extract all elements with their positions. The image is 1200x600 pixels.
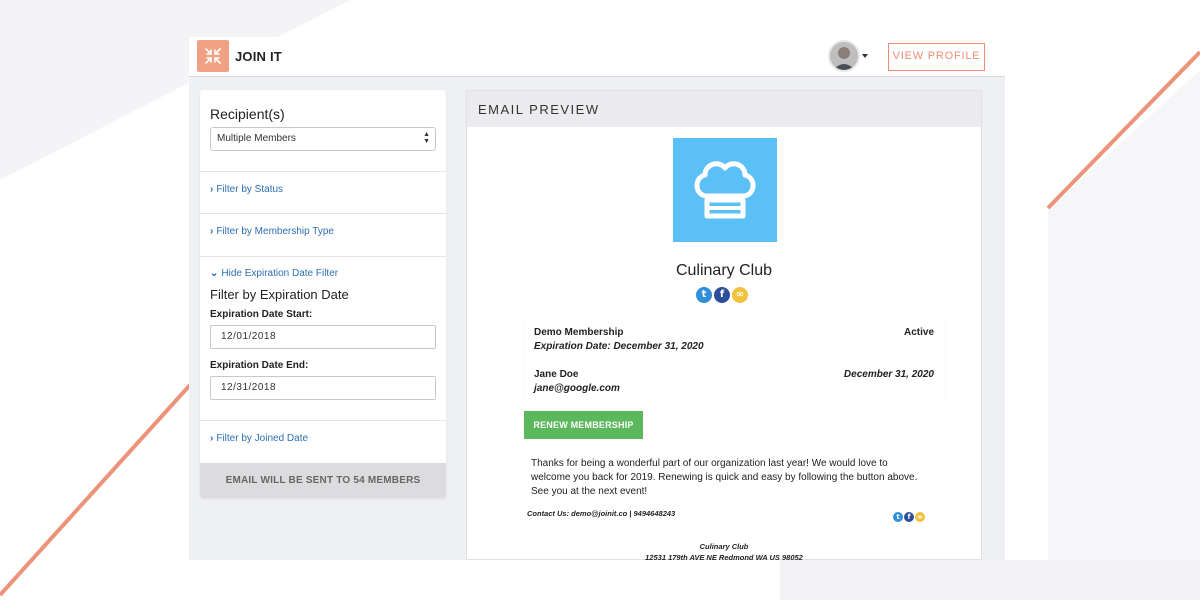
view-profile-button[interactable]: VIEW PROFILE	[888, 43, 985, 71]
select-arrows-icon: ▲ ▼	[423, 131, 430, 145]
twitter-icon[interactable]: t	[893, 512, 903, 522]
facebook-icon[interactable]: f	[904, 512, 914, 522]
club-name: Culinary Club	[675, 262, 773, 279]
divider	[200, 213, 446, 214]
filter-by-joined-date-label: Filter by Joined Date	[216, 433, 309, 444]
divider	[200, 171, 446, 172]
filter-by-membership-type-link[interactable]: › Filter by Membership Type	[210, 226, 334, 237]
expiration-date: Expiration Date: December 31, 2020	[534, 341, 704, 352]
recipients-label: Recipient(s)	[210, 106, 285, 122]
footer-address: 12531 179th AVE NE Redmond WA US 98052	[645, 553, 803, 560]
chevron-right-icon: ›	[210, 433, 214, 444]
twitter-icon[interactable]: t	[696, 287, 712, 303]
footer-social-links: t f ∞	[893, 512, 925, 522]
recipients-select[interactable]: Multiple Members ▲ ▼	[210, 127, 436, 151]
link-icon[interactable]: ∞	[732, 287, 748, 303]
footer-club-name: Culinary Club	[699, 542, 749, 551]
chef-hat-icon	[673, 138, 777, 242]
email-message: Thanks for being a wonderful part of our…	[531, 458, 918, 497]
divider	[200, 256, 446, 257]
recipients-select-value: Multiple Members	[217, 133, 296, 144]
membership-info-card: Demo Membership Active Expiration Date: …	[524, 319, 944, 404]
brand-name: JOIN IT	[235, 49, 282, 64]
email-preview-panel: EMAIL PREVIEW Culinary Club t f ∞ Demo M…	[466, 90, 982, 560]
member-email: jane@google.com	[534, 383, 620, 394]
expiration-filter-title: Filter by Expiration Date	[210, 287, 349, 302]
link-icon[interactable]: ∞	[915, 512, 925, 522]
send-summary-bar: EMAIL WILL BE SENT TO 54 MEMBERS	[200, 463, 446, 498]
filter-by-status-link[interactable]: › Filter by Status	[210, 184, 283, 195]
email-preview-header: EMAIL PREVIEW	[467, 91, 981, 127]
expiration-end-label: Expiration Date End:	[210, 360, 309, 371]
social-links: t f ∞	[696, 287, 748, 303]
membership-status: Active	[903, 327, 934, 338]
filter-panel: Recipient(s) Multiple Members ▲ ▼ › Filter…	[200, 90, 446, 498]
membership-name: Demo Membership	[534, 327, 624, 338]
filter-by-joined-date-link[interactable]: › Filter by Joined Date	[210, 433, 308, 444]
chevron-right-icon: ›	[210, 184, 214, 195]
hide-expiration-filter-label: Hide Expiration Date Filter	[221, 268, 339, 279]
avatar[interactable]	[828, 40, 860, 72]
chevron-down-icon: ⌄	[210, 268, 219, 279]
member-name: Jane Doe	[534, 369, 579, 380]
contact-line: Contact Us: demo@joinit.co | 9494648243	[527, 509, 676, 518]
email-footer: Culinary Club 12531 179th AVE NE Redmond…	[467, 541, 981, 560]
chevron-down-icon[interactable]	[862, 54, 868, 58]
compress-arrows-icon[interactable]	[197, 40, 229, 72]
filter-by-status-label: Filter by Status	[216, 184, 284, 195]
expiration-end-input[interactable]: 12/31/2018	[210, 376, 436, 400]
expiration-start-input[interactable]: 12/01/2018	[210, 325, 436, 349]
renew-membership-button[interactable]: RENEW MEMBERSHIP	[524, 411, 643, 439]
expiration-start-label: Expiration Date Start:	[210, 309, 313, 320]
top-navbar: JOIN IT VIEW PROFILE	[189, 37, 1005, 77]
hide-expiration-filter-link[interactable]: ⌄ Hide Expiration Date Filter	[210, 268, 338, 279]
divider	[200, 420, 446, 421]
app-window: JOIN IT VIEW PROFILE Recipient(s) Multip…	[189, 37, 1005, 560]
filter-by-membership-type-label: Filter by Membership Type	[216, 226, 334, 237]
chevron-right-icon: ›	[210, 226, 214, 237]
member-date: December 31, 2020	[843, 369, 934, 380]
facebook-icon[interactable]: f	[714, 287, 730, 303]
